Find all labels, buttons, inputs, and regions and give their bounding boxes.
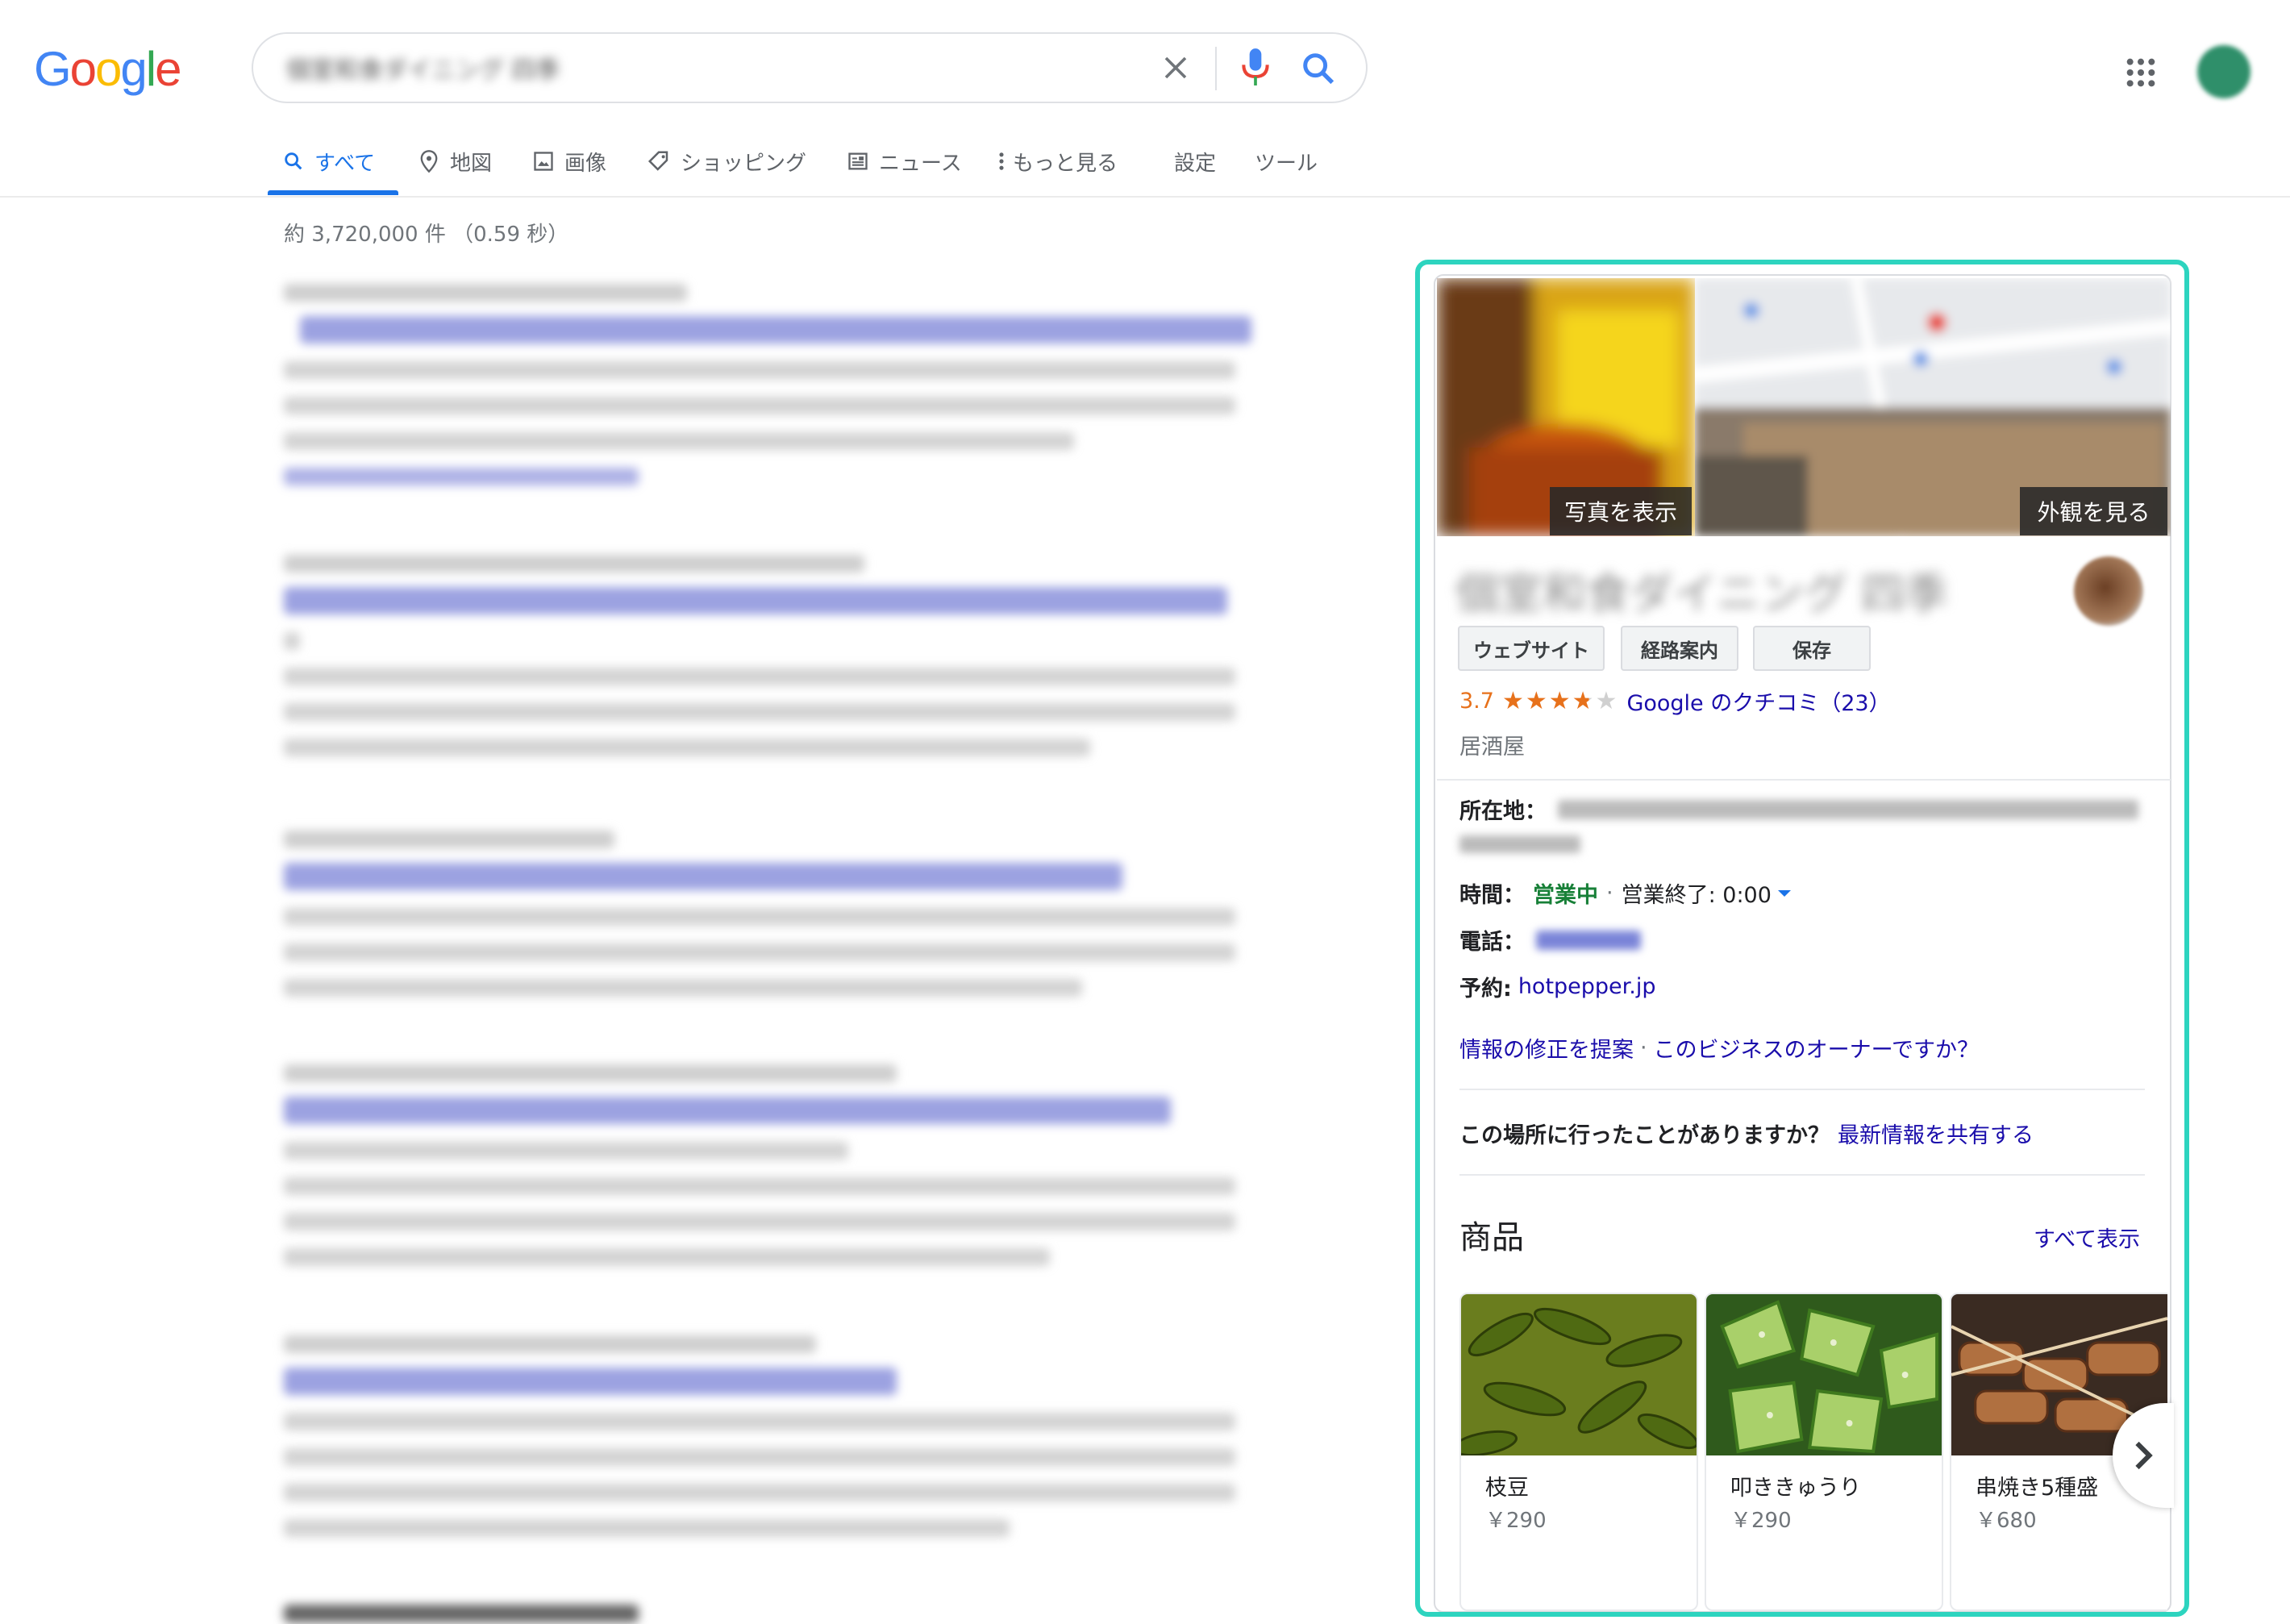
active-tab-indicator: [268, 190, 398, 195]
microphone-icon[interactable]: [1238, 47, 1273, 89]
tab-label: 画像: [564, 151, 607, 176]
tab-shopping[interactable]: ショッピング: [647, 145, 806, 177]
tab-images[interactable]: 画像: [532, 145, 606, 177]
search-divider: [1215, 47, 1217, 90]
map-pin-icon: [420, 150, 438, 173]
tabs-divider: [0, 196, 2290, 198]
highlight-frame: [1415, 260, 2189, 1617]
search-result[interactable]: [284, 1064, 1235, 1266]
tab-maps[interactable]: 地図: [418, 145, 492, 177]
search-result[interactable]: [284, 1605, 639, 1622]
tab-label: ツール: [1255, 151, 1318, 176]
tab-label: 設定: [1174, 151, 1217, 176]
search-result[interactable]: [284, 831, 1235, 997]
search-query-text[interactable]: 個室和食ダイニング 四季: [286, 50, 577, 85]
result-stats: 約 3,720,000 件 （0.59 秒）: [284, 223, 569, 247]
tab-all[interactable]: すべて: [282, 145, 375, 177]
tab-label: ニュース: [879, 151, 962, 176]
tab-more[interactable]: もっと見る: [997, 145, 1118, 177]
tab-label: すべて: [314, 151, 376, 176]
image-icon: [534, 152, 553, 171]
tab-label: ショッピング: [681, 151, 807, 176]
tab-label: もっと見る: [1013, 151, 1118, 176]
google-logo[interactable]: Google: [34, 40, 182, 97]
tab-tools[interactable]: ツール: [1255, 145, 1318, 177]
close-icon[interactable]: [1161, 53, 1190, 82]
search-result[interactable]: [284, 555, 1235, 756]
search-result[interactable]: [284, 284, 1251, 485]
tab-label: 地図: [450, 151, 493, 176]
search-result[interactable]: [284, 1335, 1235, 1537]
search-icon: [285, 152, 302, 170]
news-icon: [848, 152, 868, 170]
tab-news[interactable]: ニュース: [847, 145, 962, 177]
tag-icon: [647, 151, 668, 171]
more-vert-icon: [999, 152, 1004, 170]
apps-grid-icon[interactable]: [2125, 56, 2157, 89]
avatar[interactable]: [2197, 45, 2250, 98]
tab-settings[interactable]: 設定: [1174, 145, 1216, 177]
search-icon[interactable]: [1300, 50, 1337, 87]
